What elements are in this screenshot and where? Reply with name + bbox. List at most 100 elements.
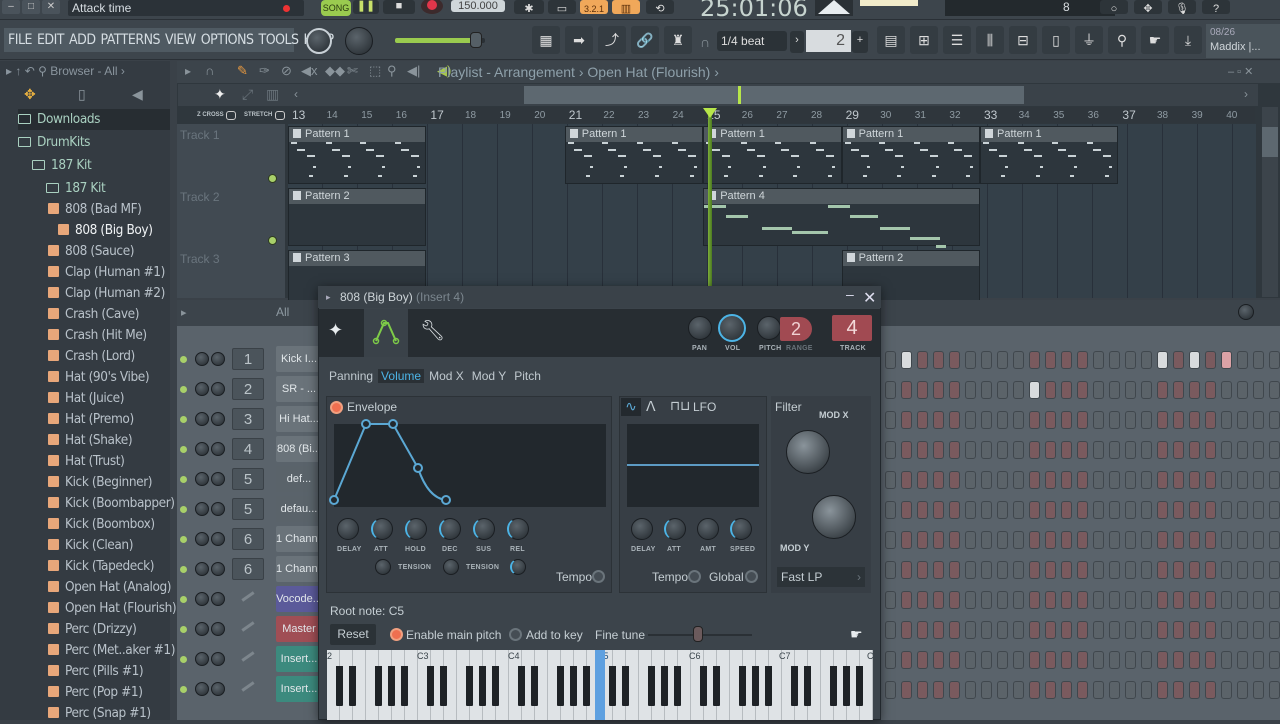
step-button[interactable]	[1013, 501, 1024, 519]
master-volume-knob[interactable]	[306, 28, 332, 54]
playback-tool-icon[interactable]: ◀|	[407, 63, 420, 79]
playlist-vertical-scrollbar[interactable]	[1262, 107, 1278, 297]
mute-tool-icon[interactable]: ◀x	[301, 63, 318, 79]
step-button[interactable]	[997, 561, 1008, 579]
step-button[interactable]	[949, 441, 960, 459]
step-button[interactable]	[1109, 441, 1120, 459]
black-key[interactable]	[401, 666, 408, 706]
step-button[interactable]	[1221, 441, 1232, 459]
slide-tool-icon[interactable]: ⤴	[598, 26, 626, 54]
step-button[interactable]	[933, 351, 944, 369]
step-button[interactable]	[1029, 681, 1040, 699]
minimize-window-button[interactable]: –	[2, 0, 20, 14]
step-button[interactable]	[885, 501, 896, 519]
step-button[interactable]	[1013, 621, 1024, 639]
channel-pan-knob[interactable]	[195, 532, 209, 546]
channel-volume-knob[interactable]	[211, 532, 225, 546]
browser-file[interactable]: Perc (Snap #1)	[48, 703, 151, 724]
black-key[interactable]	[856, 666, 863, 706]
playlist-window-icon[interactable]: ▤	[877, 26, 905, 54]
black-key[interactable]	[466, 666, 473, 706]
playlist-grid[interactable]: Pattern 1 Pattern 1 Pattern 1 Pattern 1 Patt…	[288, 124, 1256, 308]
step-button[interactable]	[901, 351, 912, 369]
step-button[interactable]	[1253, 441, 1264, 459]
playlist-window-controls[interactable]: – ▫ ✕	[1228, 65, 1253, 78]
step-button[interactable]	[997, 381, 1008, 399]
menu-view[interactable]: VIEW	[165, 32, 196, 48]
step-button[interactable]	[965, 531, 976, 549]
step-button[interactable]	[1253, 591, 1264, 609]
step-button[interactable]	[1221, 351, 1232, 369]
step-button[interactable]	[949, 531, 960, 549]
step-button[interactable]	[997, 441, 1008, 459]
scroll-right-button[interactable]: ›	[1244, 87, 1248, 101]
step-button[interactable]	[1077, 561, 1088, 579]
step-button[interactable]	[1253, 561, 1264, 579]
step-button[interactable]	[917, 411, 928, 429]
track-mute-led[interactable]	[268, 236, 277, 245]
black-key[interactable]	[570, 666, 577, 706]
maximize-window-button[interactable]: □	[22, 0, 40, 14]
browser-file[interactable]: Clap (Human #2)	[48, 283, 165, 304]
step-button[interactable]	[1061, 681, 1072, 699]
step-button[interactable]	[1061, 381, 1072, 399]
step-button[interactable]	[1045, 381, 1056, 399]
channel-mixer-track[interactable]: 5	[232, 498, 264, 520]
step-button[interactable]	[1093, 411, 1104, 429]
step-button[interactable]	[981, 471, 992, 489]
black-key[interactable]	[622, 666, 629, 706]
envelope-delay-knob[interactable]	[337, 518, 359, 540]
snap-selector[interactable]: 1/4 beat	[717, 31, 787, 51]
step-button[interactable]	[1045, 411, 1056, 429]
step-button[interactable]	[1093, 561, 1104, 579]
pattern-clip[interactable]: Pattern 1	[841, 126, 980, 184]
black-key[interactable]	[336, 666, 343, 706]
pan-knob[interactable]	[688, 316, 712, 340]
pattern-clip[interactable]: Pattern 1	[288, 126, 427, 184]
browser-file[interactable]: 808 (Sauce)	[48, 241, 135, 262]
step-button[interactable]	[1013, 651, 1024, 669]
step-button[interactable]	[1141, 381, 1152, 399]
channel-mute-led[interactable]	[180, 476, 187, 483]
step-button[interactable]	[949, 561, 960, 579]
step-button[interactable]	[1093, 351, 1104, 369]
step-button[interactable]	[933, 591, 944, 609]
pattern-clip[interactable]: Pattern 1	[703, 126, 842, 184]
step-button[interactable]	[1237, 501, 1248, 519]
step-button[interactable]	[981, 501, 992, 519]
lfo-triangle-button[interactable]: ᐱ	[646, 398, 656, 415]
pitch-range-value[interactable]: 2	[780, 317, 812, 341]
black-key[interactable]	[388, 666, 395, 706]
step-button[interactable]	[1109, 681, 1120, 699]
black-key[interactable]	[713, 666, 720, 706]
step-button[interactable]	[1029, 351, 1040, 369]
step-button[interactable]	[1013, 561, 1024, 579]
step-button[interactable]	[1173, 651, 1184, 669]
step-button[interactable]	[1077, 681, 1088, 699]
step-button[interactable]	[1189, 351, 1200, 369]
step-button[interactable]	[917, 351, 928, 369]
playhead-marker[interactable]	[703, 108, 717, 118]
master-volume-handle[interactable]	[470, 32, 482, 48]
countdown-button[interactable]: 3.2.1	[580, 0, 608, 14]
step-button[interactable]	[1077, 651, 1088, 669]
timeline-ruler[interactable]: 13 14 15 16 17 18 19 20 21 22 23 24 25 26 27 28 29 30 31 32…	[290, 107, 1255, 123]
step-button[interactable]	[1029, 501, 1040, 519]
step-button[interactable]	[1141, 501, 1152, 519]
step-button[interactable]	[1077, 441, 1088, 459]
step-button[interactable]	[1237, 381, 1248, 399]
tab-panning[interactable]: Panning	[326, 369, 376, 383]
step-button[interactable]	[1109, 471, 1120, 489]
step-button[interactable]	[949, 501, 960, 519]
step-button[interactable]	[1125, 681, 1136, 699]
step-button[interactable]	[933, 621, 944, 639]
track-name[interactable]: Track 2	[180, 190, 220, 204]
step-button[interactable]	[1157, 621, 1168, 639]
step-button[interactable]	[901, 411, 912, 429]
slice-tool-icon[interactable]: ✄	[347, 63, 358, 79]
track-name[interactable]: Track 3	[180, 252, 220, 266]
step-button[interactable]	[1221, 501, 1232, 519]
step-button[interactable]	[1173, 621, 1184, 639]
step-button[interactable]	[1269, 681, 1280, 699]
lfo-global-toggle[interactable]	[745, 570, 758, 583]
